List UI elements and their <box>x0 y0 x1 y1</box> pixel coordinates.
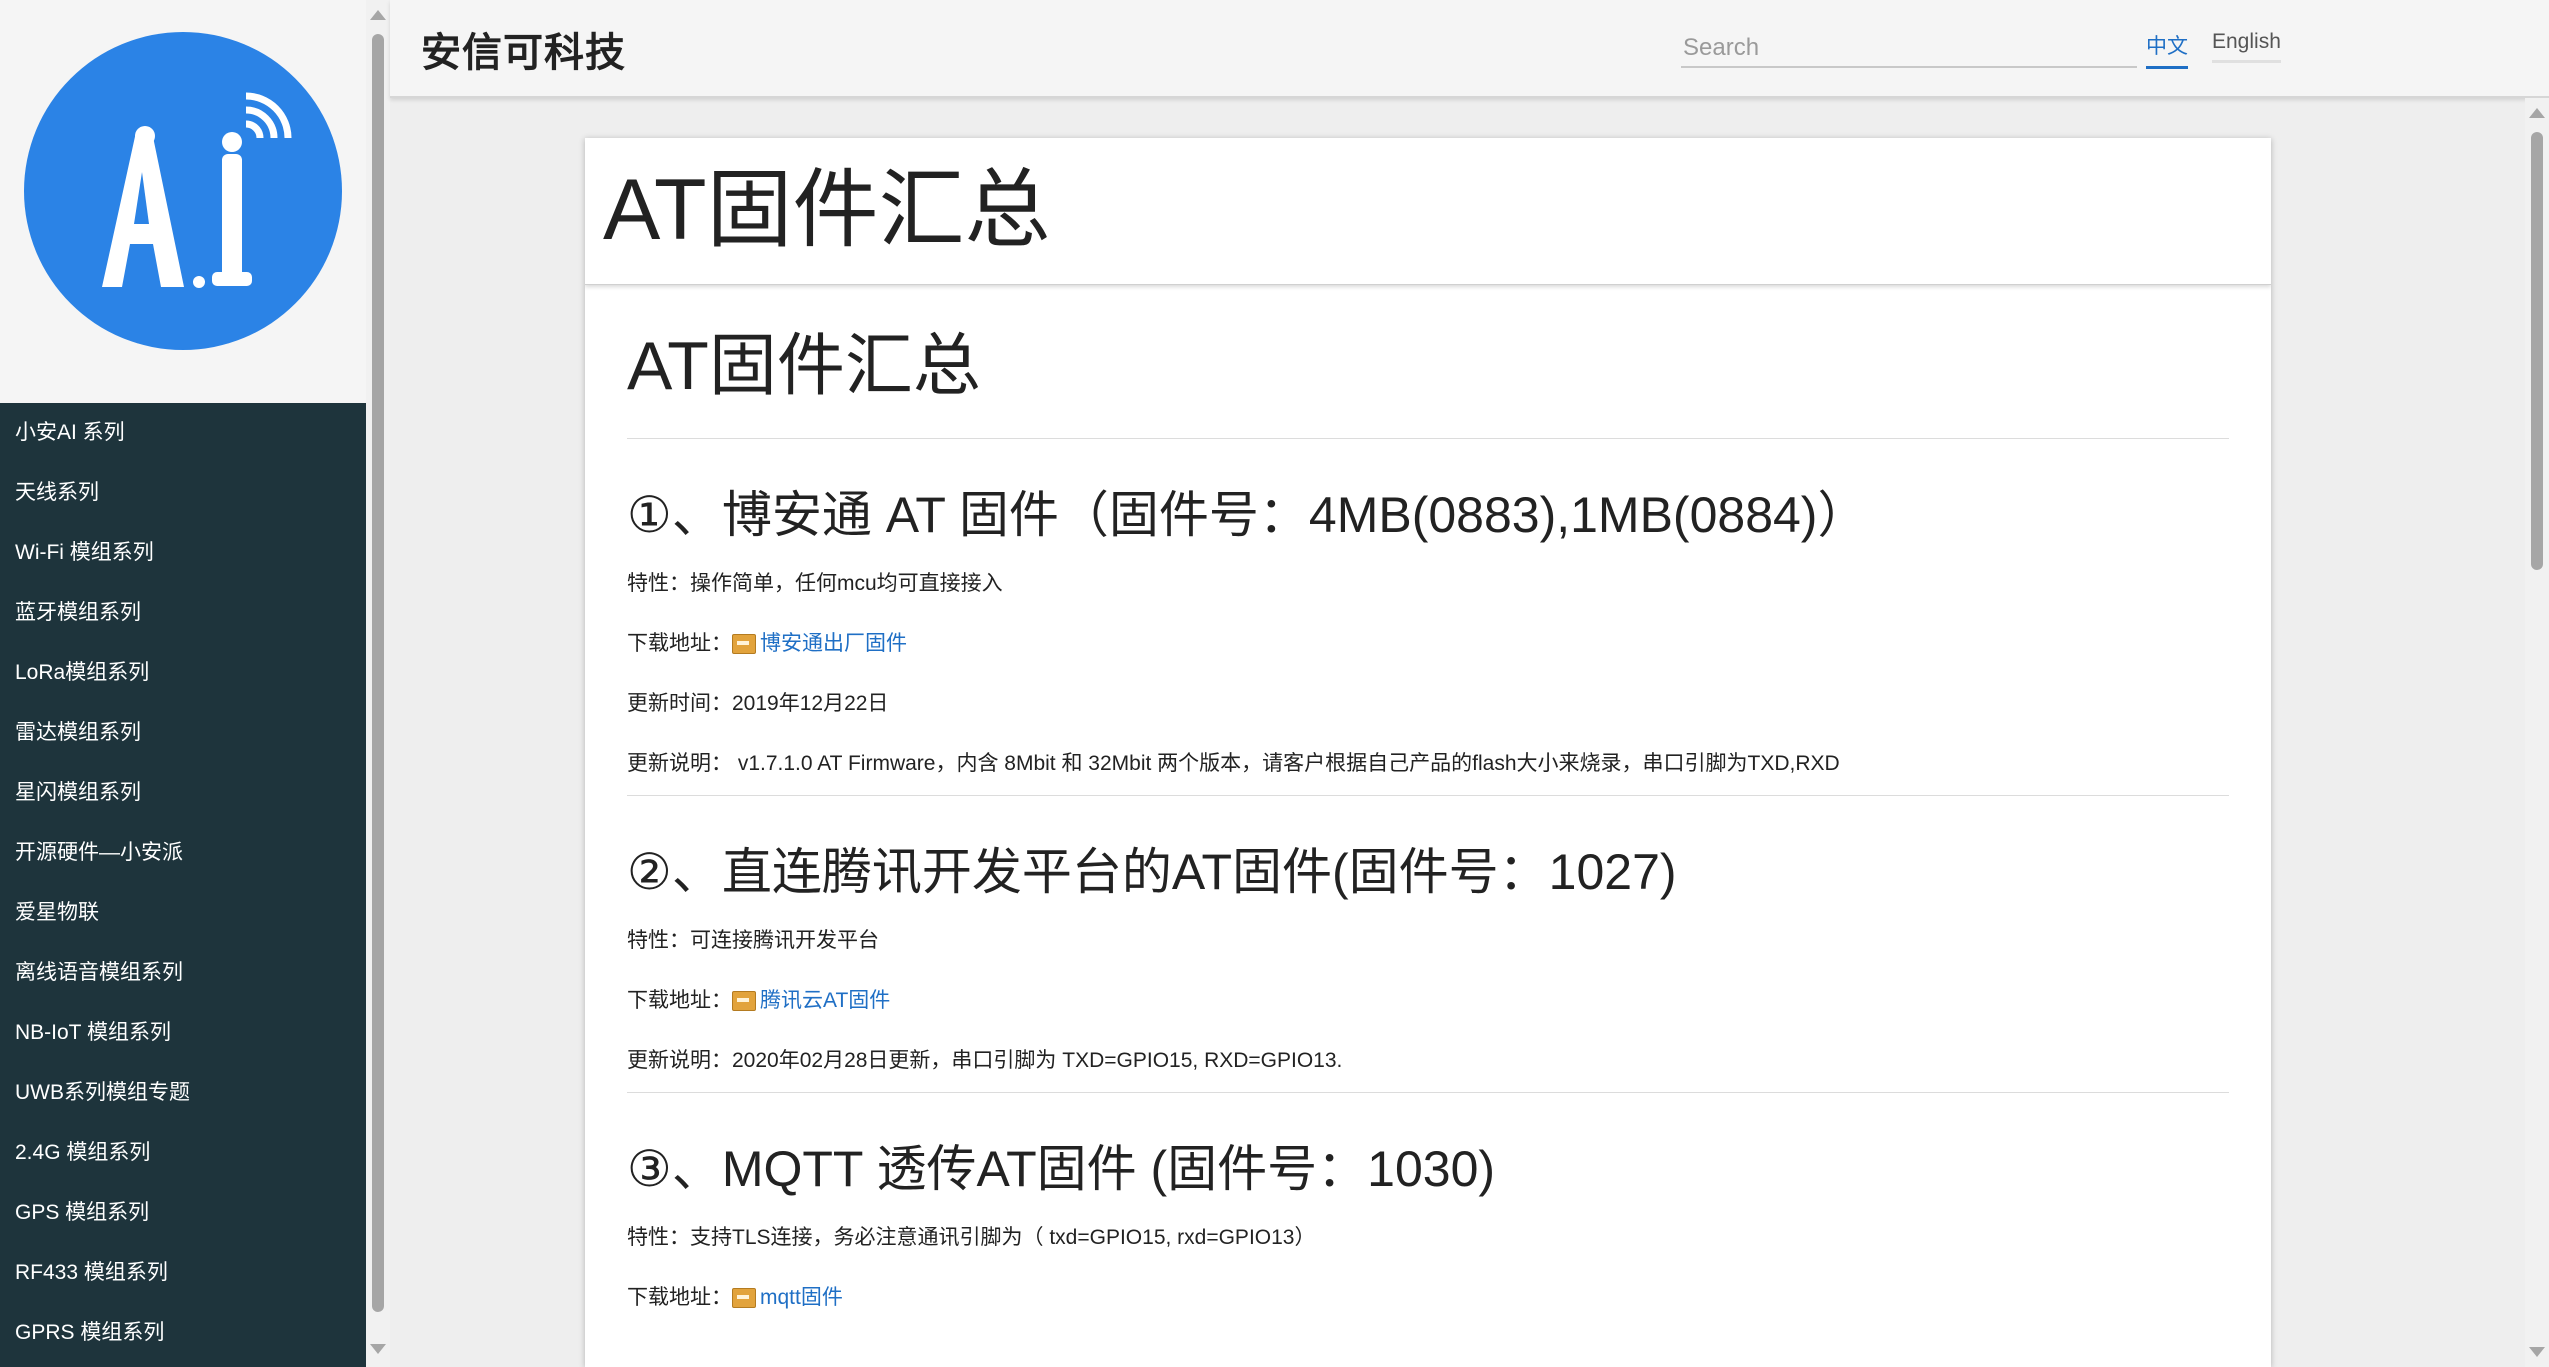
section-heading: ①、博安通 AT 固件（固件号：4MB(0883),1MB(0884)） <box>627 487 1868 543</box>
download-link-tencent[interactable]: 腾讯云AT固件 <box>760 989 890 1012</box>
sidebar-item-uwb[interactable]: UWB系列模组专题 <box>0 1063 366 1123</box>
feature-text: 特性：支持TLS连接，务必注意通讯引脚为（ txd=GPIO15, rxd=GP… <box>627 1226 1316 1249</box>
content-card: AT固件汇总 AT固件汇总 ①、博安通 AT 固件（固件号：4MB(0883),… <box>585 138 2271 1367</box>
sidebar-item-aixing-iot[interactable]: 爱星物联 <box>0 883 366 943</box>
sidebar-item-gprs[interactable]: GPRS 模组系列 <box>0 1303 366 1363</box>
card-header: AT固件汇总 <box>585 138 2271 285</box>
firmware-section-mqtt: ③、MQTT 透传AT固件 (固件号：1030) 特性：支持TLS连接，务必注意… <box>627 1093 2229 1329</box>
sidebar-item-antenna[interactable]: 天线系列 <box>0 463 366 523</box>
scroll-up-arrow-icon[interactable] <box>370 10 386 20</box>
update-time-text: 更新时间：2019年12月22日 <box>627 692 889 715</box>
download-label: 下载地址： <box>627 989 732 1012</box>
sidebar-item-xiaoan-ai[interactable]: 小安AI 系列 <box>0 403 366 463</box>
sidebar-menu: 小安AI 系列 天线系列 Wi-Fi 模组系列 蓝牙模组系列 LoRa模组系列 … <box>0 403 366 1363</box>
sidebar-item-nb-iot[interactable]: NB-IoT 模组系列 <box>0 1003 366 1063</box>
download-label: 下载地址： <box>627 632 732 655</box>
download-link-mqtt[interactable]: mqtt固件 <box>760 1286 843 1309</box>
article-body: AT固件汇总 ①、博安通 AT 固件（固件号：4MB(0883),1MB(088… <box>627 318 2229 1329</box>
sidebar-scrollbar[interactable] <box>366 0 390 1367</box>
lang-tab-english[interactable]: English <box>2212 30 2281 63</box>
site-title[interactable]: 安信可科技 <box>421 20 626 78</box>
update-note-text: 更新说明：2020年02月28日更新，串口引脚为 TXD=GPIO15, RXD… <box>627 1049 1343 1072</box>
ai-logo[interactable] <box>24 32 342 350</box>
download-label: 下载地址： <box>627 1286 732 1309</box>
firmware-section-boantong: ①、博安通 AT 固件（固件号：4MB(0883),1MB(0884)） 特性：… <box>627 439 2229 796</box>
section-heading: ②、直连腾讯开发平台的AT固件(固件号：1027) <box>627 844 1677 900</box>
download-row: 下载地址： 腾讯云AT固件 <box>627 972 2229 1032</box>
zip-file-icon <box>732 1288 756 1309</box>
sidebar-item-bluetooth[interactable]: 蓝牙模组系列 <box>0 583 366 643</box>
sidebar-item-rf433[interactable]: RF433 模组系列 <box>0 1243 366 1303</box>
sidebar-item-lora[interactable]: LoRa模组系列 <box>0 643 366 703</box>
sidebar-item-wifi[interactable]: Wi-Fi 模组系列 <box>0 523 366 583</box>
sidebar-item-2-4g[interactable]: 2.4G 模组系列 <box>0 1123 366 1183</box>
firmware-section-tencent: ②、直连腾讯开发平台的AT固件(固件号：1027) 特性：可连接腾讯开发平台 下… <box>627 796 2229 1093</box>
zip-file-icon <box>732 991 756 1012</box>
feature-text: 特性：操作简单，任何mcu均可直接接入 <box>627 572 1003 595</box>
section-heading: ③、MQTT 透传AT固件 (固件号：1030) <box>627 1141 1496 1197</box>
scroll-down-arrow-icon[interactable] <box>2529 1347 2545 1357</box>
zip-file-icon <box>732 634 756 655</box>
scroll-down-arrow-icon[interactable] <box>370 1344 386 1354</box>
lang-tab-chinese[interactable]: 中文 <box>2146 30 2188 69</box>
top-header: 安信可科技 中文 English <box>390 0 2549 98</box>
sidebar-item-open-hardware[interactable]: 开源硬件—小安派 <box>0 823 366 883</box>
sidebar-item-offline-voice[interactable]: 离线语音模组系列 <box>0 943 366 1003</box>
ai-logo-icon <box>102 92 292 288</box>
logo-area <box>0 0 366 403</box>
sidebar-scrollbar-thumb[interactable] <box>372 34 384 1312</box>
feature-text: 特性：可连接腾讯开发平台 <box>627 929 879 952</box>
download-row: 下载地址： mqtt固件 <box>627 1269 2229 1329</box>
main-scrollbar-thumb[interactable] <box>2531 132 2543 570</box>
download-row: 下载地址： 博安通出厂固件 <box>627 615 2229 675</box>
sidebar-item-radar[interactable]: 雷达模组系列 <box>0 703 366 763</box>
update-note-text: 更新说明： v1.7.1.0 AT Firmware，内含 8Mbit 和 32… <box>627 752 1840 775</box>
article-title: AT固件汇总 <box>627 318 2229 439</box>
scroll-up-arrow-icon[interactable] <box>2529 108 2545 118</box>
sidebar-item-sle[interactable]: 星闪模组系列 <box>0 763 366 823</box>
main-scrollbar[interactable] <box>2525 98 2549 1367</box>
sidebar-item-gps[interactable]: GPS 模组系列 <box>0 1183 366 1243</box>
download-link-boantong[interactable]: 博安通出厂固件 <box>760 632 907 655</box>
search-input[interactable] <box>1681 30 2137 68</box>
page-title: AT固件汇总 <box>603 162 1051 258</box>
sidebar: 小安AI 系列 天线系列 Wi-Fi 模组系列 蓝牙模组系列 LoRa模组系列 … <box>0 0 366 1367</box>
